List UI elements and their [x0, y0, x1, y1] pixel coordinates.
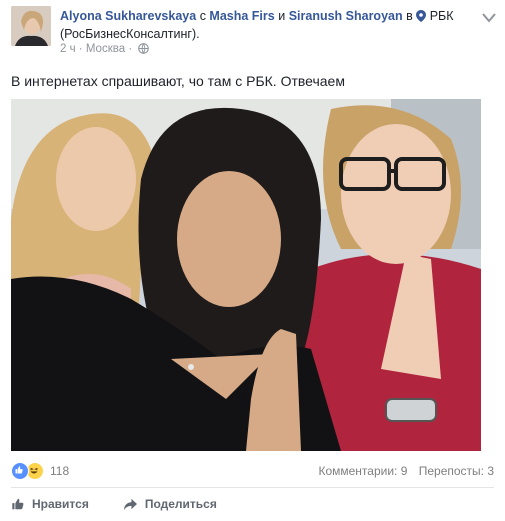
post-text: В интернетах спрашивают, чо там с РБК. О…: [11, 73, 345, 89]
like-button[interactable]: Нравится: [11, 497, 89, 511]
comments-count-link[interactable]: Комментарии: 9: [318, 464, 407, 478]
like-label: Нравится: [32, 497, 89, 511]
with-text: с: [199, 9, 206, 23]
share-arrow-icon: [123, 498, 137, 510]
reactions-summary[interactable]: 118: [11, 462, 69, 480]
share-button[interactable]: Поделиться: [123, 497, 217, 511]
post-meta: 2 ч · Москва ·: [60, 42, 150, 58]
post-photo[interactable]: [11, 99, 481, 451]
author-avatar[interactable]: [11, 6, 51, 46]
shares-count-link[interactable]: Перепосты: 3: [419, 464, 494, 478]
avatar-image: [11, 6, 51, 46]
facebook-post: Alyona Sukharevskaya с Masha Firs и Sira…: [0, 0, 505, 521]
selfie-image: [11, 99, 481, 451]
thumbs-up-icon: [11, 462, 29, 480]
author-name-link[interactable]: Alyona Sukharevskaya: [60, 9, 196, 23]
location-link[interactable]: Москва: [86, 43, 125, 55]
location-pin-icon: [416, 10, 427, 26]
globe-icon[interactable]: [138, 43, 150, 58]
post-header: Alyona Sukharevskaya с Masha Firs и Sira…: [60, 8, 480, 42]
tagged-user-link-1[interactable]: Masha Firs: [209, 9, 274, 23]
and-text: и: [278, 9, 286, 23]
thumbs-up-outline-icon: [12, 498, 24, 510]
chevron-down-icon[interactable]: [482, 10, 496, 23]
post-actions: Нравится Поделиться: [11, 494, 251, 514]
timestamp-link[interactable]: 2 ч: [60, 43, 76, 55]
actions-divider: [11, 487, 494, 488]
reaction-count[interactable]: 118: [50, 464, 69, 478]
engagement-stats: Комментарии: 9 Перепосты: 3: [310, 464, 494, 478]
share-label: Поделиться: [144, 497, 217, 511]
tagged-user-link-2[interactable]: Siranush Sharoyan: [289, 9, 403, 23]
in-text: в: [406, 9, 413, 23]
meta-separator-2: ·: [128, 43, 133, 55]
meta-separator: ·: [78, 43, 83, 55]
